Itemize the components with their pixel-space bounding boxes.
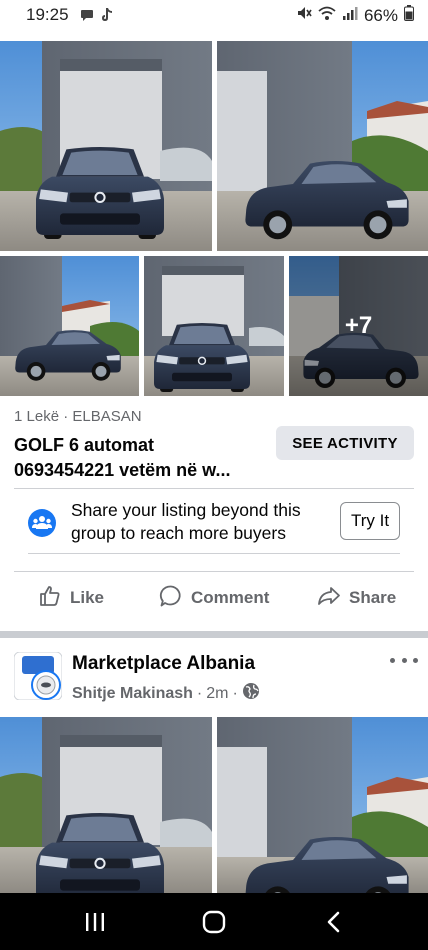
- comment-button[interactable]: Comment: [159, 578, 269, 618]
- divider: [28, 553, 400, 554]
- feed-separator: [0, 631, 428, 638]
- post-photo[interactable]: [0, 717, 212, 893]
- listing-photo[interactable]: [0, 256, 139, 396]
- promo-line2: group to reach more buyers: [71, 523, 286, 543]
- listing-title-line1: GOLF 6 automat: [14, 435, 155, 455]
- more-photos-count: +7: [289, 256, 428, 396]
- comment-label: Comment: [191, 588, 270, 607]
- post-time[interactable]: 2m: [206, 685, 228, 703]
- promo-line1: Share your listing beyond this: [71, 500, 301, 520]
- post-group-name[interactable]: Marketplace Albania: [72, 653, 255, 675]
- home-button[interactable]: [199, 907, 229, 937]
- listing-photo[interactable]: [217, 41, 428, 251]
- like-button[interactable]: Like: [38, 578, 104, 618]
- wifi-icon: [318, 5, 336, 26]
- divider: [14, 571, 414, 572]
- signal-icon: [342, 5, 358, 26]
- group-icon: [28, 509, 56, 537]
- globe-icon: [242, 682, 260, 705]
- chat-bubble-icon: [80, 8, 94, 27]
- listing-price-location: 1 Lekë · ELBASAN: [14, 408, 142, 425]
- group-avatar[interactable]: [13, 651, 63, 701]
- try-it-button[interactable]: Try It: [340, 502, 400, 540]
- back-button[interactable]: [319, 907, 349, 937]
- battery-icon: [404, 5, 414, 26]
- mute-icon: [296, 5, 312, 26]
- status-time: 19:25: [26, 5, 69, 24]
- like-label: Like: [70, 588, 105, 607]
- share-arrow-icon: [317, 584, 341, 613]
- listing-title-line2: 0693454221 vetëm në w...: [14, 460, 231, 480]
- comment-icon: [159, 584, 183, 613]
- share-button[interactable]: Share: [317, 578, 396, 618]
- battery-percent: 66%: [363, 5, 398, 25]
- listing-photo[interactable]: [0, 41, 212, 251]
- share-label: Share: [349, 588, 397, 607]
- tiktok-icon: [100, 7, 114, 28]
- thumbs-up-icon: [38, 584, 62, 613]
- promo-text: Share your listing beyond this group to …: [71, 499, 333, 545]
- see-activity-button[interactable]: SEE ACTIVITY: [276, 426, 414, 460]
- listing-title[interactable]: GOLF 6 automat 0693454221 vetëm në w...: [14, 433, 264, 483]
- listing-photo-more[interactable]: +7: [289, 256, 428, 396]
- meta-separator: ·: [232, 684, 238, 702]
- post-photo[interactable]: [217, 717, 428, 893]
- post-author[interactable]: Shitje Makinash: [72, 685, 193, 703]
- recent-apps-button[interactable]: [80, 907, 110, 937]
- post-actions: Like Comment Share: [0, 578, 428, 618]
- status-bar: 19:25 66%: [0, 0, 428, 32]
- system-nav-bar: [0, 893, 428, 950]
- more-options-icon[interactable]: [390, 652, 418, 668]
- meta-separator: ·: [196, 684, 203, 702]
- listing-photo[interactable]: [144, 256, 284, 396]
- divider: [14, 488, 414, 489]
- post-meta: Shitje Makinash · 2m ·: [72, 682, 260, 705]
